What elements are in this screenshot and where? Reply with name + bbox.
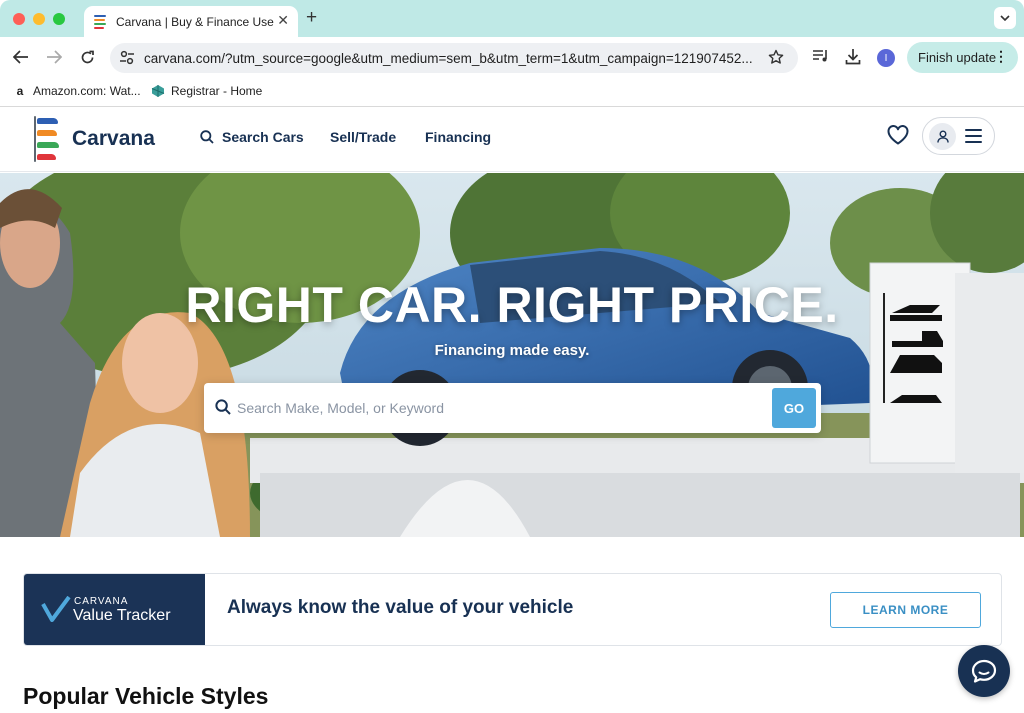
site-settings-icon[interactable]: [119, 49, 135, 72]
chat-bubble-icon: [971, 659, 997, 683]
value-tracker-logo: CARVANA Value Tracker: [24, 574, 205, 645]
browser-toolbar: carvana.com/?utm_source=google&utm_mediu…: [0, 37, 1024, 77]
chat-support-button[interactable]: [958, 645, 1010, 697]
hero-search-bar: GO: [204, 383, 821, 433]
more-options-icon[interactable]: ⋮: [994, 48, 1008, 65]
nav-financing[interactable]: Financing: [425, 129, 491, 145]
hero-subtitle: Financing made easy.: [434, 342, 590, 359]
bookmark-label: Registrar - Home: [171, 84, 263, 98]
nav-label: Sell/Trade: [330, 129, 397, 145]
nav-search-cars[interactable]: Search Cars: [200, 129, 304, 145]
back-arrow-icon[interactable]: [11, 47, 31, 67]
address-bar[interactable]: carvana.com/?utm_source=google&utm_mediu…: [110, 43, 798, 73]
download-icon[interactable]: [845, 48, 861, 70]
forward-arrow-icon[interactable]: [44, 47, 64, 67]
search-go-button[interactable]: GO: [772, 388, 816, 428]
learn-more-button[interactable]: LEARN MORE: [830, 592, 981, 628]
amazon-icon: a: [16, 84, 24, 98]
hero-title: RIGHT CAR. RIGHT PRICE.: [185, 277, 839, 333]
hamburger-menu-icon: [965, 129, 982, 143]
user-icon: [929, 123, 956, 150]
brand-bottom-text: Value Tracker: [73, 607, 171, 624]
bookmark-star-icon[interactable]: [768, 49, 784, 70]
media-queue-icon[interactable]: [812, 48, 830, 69]
carvana-favicon-icon: [94, 14, 108, 29]
vehicle-search-input[interactable]: [237, 395, 757, 421]
finish-update-label: Finish update: [918, 50, 997, 65]
hero-section: RIGHT CAR. RIGHT PRICE. Financing made e…: [0, 173, 1024, 537]
search-icon: [215, 399, 231, 420]
close-tab-icon[interactable]: ✕: [277, 12, 289, 29]
registrar-icon: [151, 84, 165, 98]
value-tracker-banner: CARVANA Value Tracker Always know the va…: [23, 573, 1002, 646]
tab-title: Carvana | Buy & Finance Used Cars Online: [116, 14, 274, 29]
close-window-button[interactable]: [13, 13, 25, 25]
bookmark-amazon[interactable]: a Amazon.com: Wat...: [13, 84, 141, 98]
profile-avatar[interactable]: I: [877, 49, 895, 67]
bookmarks-bar: a Amazon.com: Wat... Registrar - Home: [0, 77, 1024, 107]
bookmark-label: Amazon.com: Wat...: [33, 84, 141, 98]
value-tracker-headline: Always know the value of your vehicle: [227, 597, 574, 618]
browser-tab-bar: Carvana | Buy & Finance Used Cars Online…: [0, 0, 1024, 37]
minimize-window-button[interactable]: [33, 13, 45, 25]
site-header: Carvana Search Cars Sell/Trade Financing: [0, 108, 1024, 172]
brand-top-text: CARVANA: [74, 596, 129, 607]
bookmark-registrar[interactable]: Registrar - Home: [151, 84, 262, 98]
url-text: carvana.com/?utm_source=google&utm_mediu…: [144, 51, 753, 66]
maximize-window-button[interactable]: [53, 13, 65, 25]
reload-icon[interactable]: [77, 47, 97, 67]
search-icon: [200, 130, 214, 144]
favorites-heart-icon[interactable]: [887, 125, 909, 150]
nav-label: Search Cars: [222, 129, 304, 145]
carvana-logo-icon[interactable]: [34, 116, 60, 162]
new-tab-icon[interactable]: +: [306, 7, 317, 29]
nav-label: Financing: [425, 129, 492, 145]
finish-update-button[interactable]: Finish update ⋮: [907, 42, 1018, 73]
account-menu-button[interactable]: [922, 117, 995, 155]
nav-sell-trade[interactable]: Sell/Trade: [330, 129, 396, 145]
checkmark-v-icon: [41, 595, 71, 627]
popular-styles-heading: Popular Vehicle Styles: [23, 683, 269, 709]
browser-tab-carvana[interactable]: Carvana | Buy & Finance Used Cars Online…: [84, 6, 298, 37]
logo-text[interactable]: Carvana: [72, 127, 155, 151]
tab-search-chevron-icon[interactable]: [994, 7, 1016, 29]
